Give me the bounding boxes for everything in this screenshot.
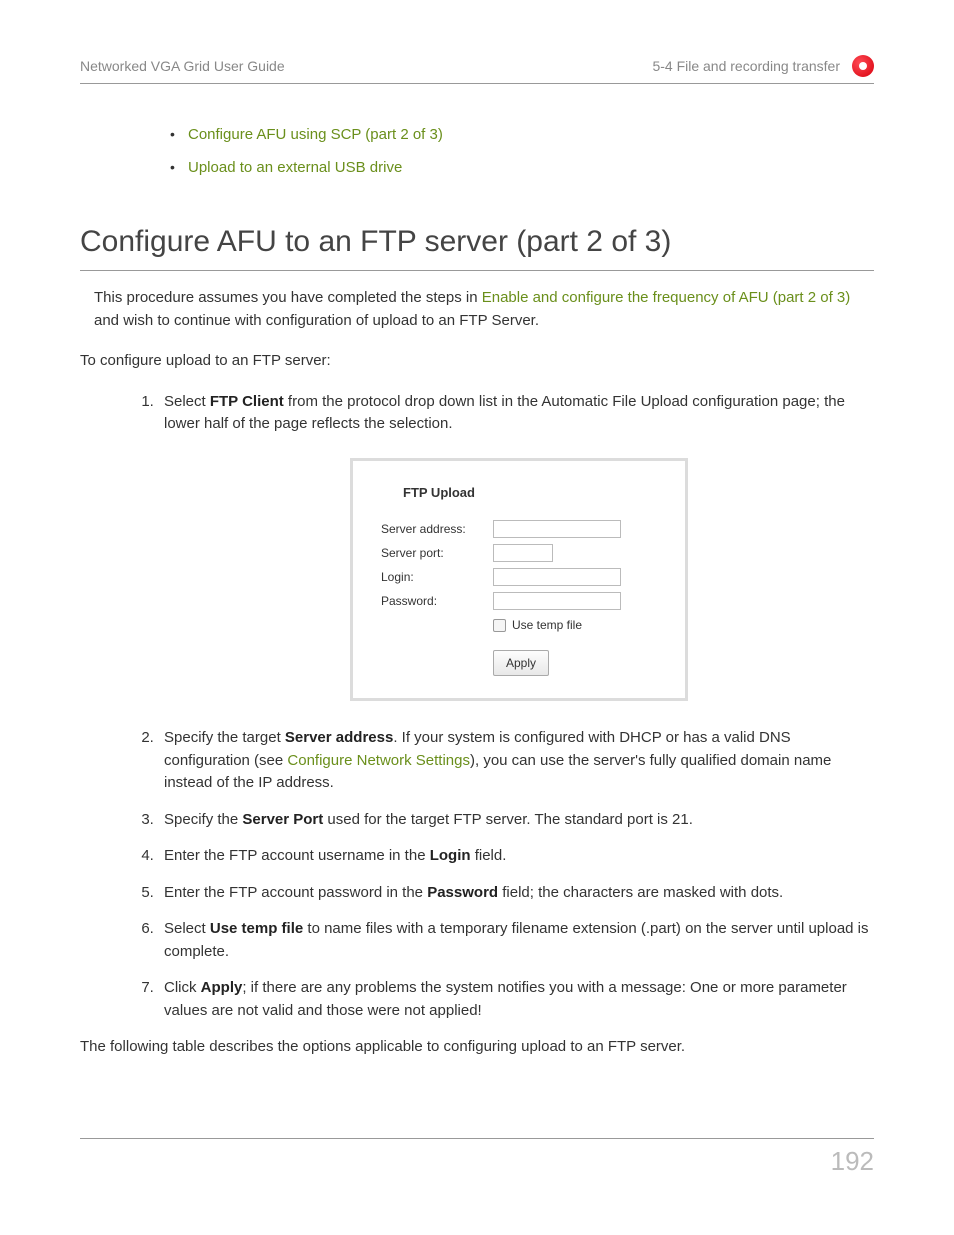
text: field. — [471, 847, 507, 864]
login-label: Login: — [381, 568, 493, 586]
step-2: Specify the target Server address. If yo… — [158, 727, 874, 795]
text: Specify the target — [164, 729, 285, 746]
header-right-group: 5-4 File and recording transfer — [652, 55, 874, 77]
step-7: Click Apply; if there are any problems t… — [158, 977, 874, 1022]
bold: Password — [427, 884, 498, 901]
list-item: Configure AFU using SCP (part 2 of 3) — [170, 124, 874, 147]
page-title: Configure AFU to an FTP server (part 2 o… — [80, 219, 874, 271]
intro-link[interactable]: Enable and configure the frequency of AF… — [482, 289, 851, 306]
intro-paragraph: This procedure assumes you have complete… — [80, 287, 874, 332]
top-link-usb[interactable]: Upload to an external USB drive — [188, 159, 402, 176]
text: field; the characters are masked with do… — [498, 884, 783, 901]
brand-logo-icon — [852, 55, 874, 77]
bold: Login — [430, 847, 471, 864]
server-port-label: Server port: — [381, 544, 493, 562]
intro-pre: This procedure assumes you have complete… — [94, 289, 482, 306]
closing-text: The following table describes the option… — [80, 1036, 874, 1059]
page-header: Networked VGA Grid User Guide 5-4 File a… — [80, 55, 874, 84]
header-section: 5-4 File and recording transfer — [652, 56, 840, 77]
network-settings-link[interactable]: Configure Network Settings — [287, 752, 470, 769]
text: used for the target FTP server. The stan… — [323, 811, 693, 828]
step-1: Select FTP Client from the protocol drop… — [158, 391, 874, 702]
text: Select — [164, 920, 210, 937]
figure-title: FTP Upload — [403, 483, 657, 503]
use-temp-checkbox[interactable] — [493, 619, 506, 632]
row-password: Password: — [381, 592, 657, 610]
row-login: Login: — [381, 568, 657, 586]
password-input[interactable] — [493, 592, 621, 610]
bold: Server address — [285, 729, 393, 746]
step-5: Enter the FTP account password in the Pa… — [158, 882, 874, 905]
intro-post: and wish to continue with configuration … — [94, 312, 539, 329]
bold: Server Port — [242, 811, 323, 828]
text: Click — [164, 979, 201, 996]
list-item: Upload to an external USB drive — [170, 157, 874, 180]
figure-container: FTP Upload Server address: Server port: … — [164, 458, 874, 702]
apply-button[interactable]: Apply — [493, 650, 549, 676]
text: Specify the — [164, 811, 242, 828]
row-apply: Apply — [381, 650, 657, 676]
steps-list: Select FTP Client from the protocol drop… — [80, 391, 874, 1023]
text: Select — [164, 393, 210, 410]
step-3: Specify the Server Port used for the tar… — [158, 809, 874, 832]
row-server-address: Server address: — [381, 520, 657, 538]
row-server-port: Server port: — [381, 544, 657, 562]
header-left: Networked VGA Grid User Guide — [80, 56, 285, 77]
lead-text: To configure upload to an FTP server: — [80, 350, 874, 373]
bold: Apply — [201, 979, 243, 996]
top-link-scp[interactable]: Configure AFU using SCP (part 2 of 3) — [188, 126, 443, 143]
step-6: Select Use temp file to name files with … — [158, 918, 874, 963]
page-number: 192 — [831, 1142, 874, 1181]
footer-rule — [80, 1138, 874, 1139]
bold: FTP Client — [210, 393, 284, 410]
ftp-upload-figure: FTP Upload Server address: Server port: … — [350, 458, 688, 702]
text: Enter the FTP account password in the — [164, 884, 427, 901]
server-port-input[interactable] — [493, 544, 553, 562]
server-address-label: Server address: — [381, 520, 493, 538]
row-use-temp: Use temp file — [381, 616, 657, 634]
text: Enter the FTP account username in the — [164, 847, 430, 864]
top-link-list: Configure AFU using SCP (part 2 of 3) Up… — [80, 124, 874, 179]
use-temp-label: Use temp file — [512, 616, 582, 634]
login-input[interactable] — [493, 568, 621, 586]
password-label: Password: — [381, 592, 493, 610]
step-4: Enter the FTP account username in the Lo… — [158, 845, 874, 868]
server-address-input[interactable] — [493, 520, 621, 538]
text: ; if there are any problems the system n… — [164, 979, 847, 1019]
bold: Use temp file — [210, 920, 303, 937]
